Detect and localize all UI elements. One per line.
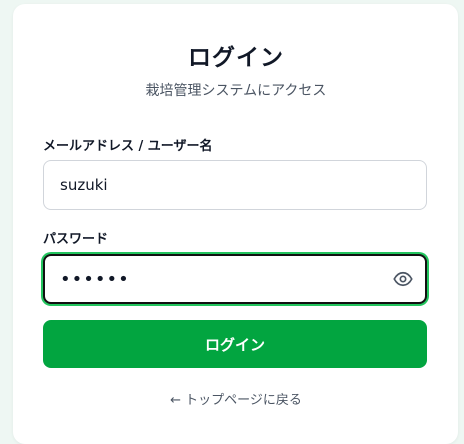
page-subtitle: 栽培管理システムにアクセス [145, 83, 327, 99]
page-title: ログイン [188, 45, 284, 71]
username-label: メールアドレス / ユーザー名 [43, 139, 213, 154]
login-button[interactable]: ログイン [43, 320, 427, 368]
password-input[interactable]: •••••• [43, 254, 427, 304]
password-label: パスワード [43, 232, 109, 247]
back-to-top-link[interactable]: ← トップページに戻る [0, 389, 464, 408]
eye-icon[interactable] [393, 269, 413, 289]
username-value: suzuki [60, 176, 108, 194]
username-input[interactable]: suzuki [43, 160, 427, 210]
password-value: •••••• [60, 268, 130, 290]
